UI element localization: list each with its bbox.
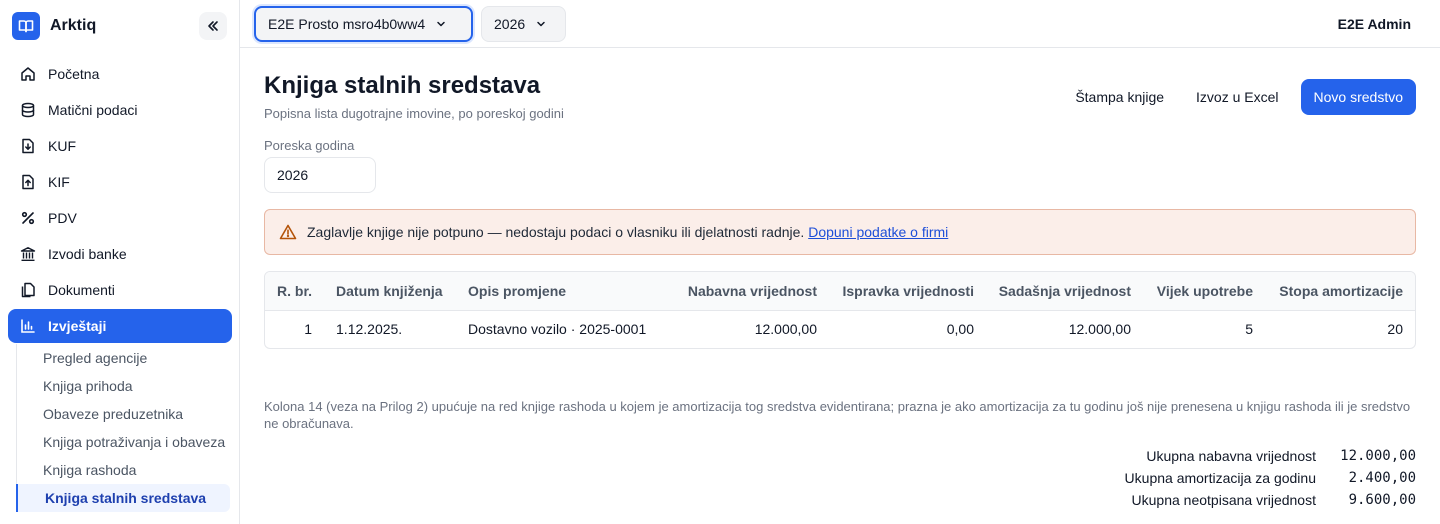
total-label: Ukupna amortizacija za godinu: [1124, 470, 1316, 486]
cell-purchase-value: 12.000,00: [754, 321, 817, 338]
total-value: 9.600,00: [1348, 492, 1416, 508]
cell-useful-life: 5: [1245, 321, 1253, 338]
year-select[interactable]: 2026: [481, 6, 566, 42]
page-subtitle: Popisna lista dugotrajne imovine, po por…: [264, 106, 564, 121]
table-header-row: R. br. Datum knjiženja Opis promjene Nab…: [265, 272, 1415, 311]
subnav-item-knjiga-potrazivanja[interactable]: Knjiga potraživanja i obaveza: [17, 428, 232, 456]
user-menu[interactable]: E2E Admin: [1338, 16, 1411, 32]
chevron-down-icon: [437, 21, 445, 27]
organization-select[interactable]: E2E Prosto msro4b0ww4: [254, 6, 473, 42]
sidebar-item-kif[interactable]: KIF: [8, 164, 232, 200]
cell-row-number: 1: [304, 321, 313, 338]
total-depreciation-row: Ukupna amortizacija za godinu 2.400,00: [1125, 467, 1416, 489]
sidebar-item-dokumenti[interactable]: Dokumenti: [8, 272, 232, 308]
sidebar: Arktiq Početna Matični podaci KUF KIF PD…: [0, 0, 240, 524]
year-select-value: 2026: [494, 16, 526, 32]
assets-table: R. br. Datum knjiženja Opis promjene Nab…: [264, 271, 1416, 349]
percent-icon: [20, 210, 36, 226]
totals-summary: Ukupna nabavna vrijednost 12.000,00 Ukup…: [1125, 445, 1416, 511]
total-label: Ukupna neotpisana vrijednost: [1131, 492, 1316, 508]
sidebar-item-izvjestaji[interactable]: Izvještaji: [8, 309, 232, 343]
sidebar-item-label: Matični podaci: [48, 102, 138, 118]
total-value: 2.400,00: [1348, 470, 1416, 486]
sidebar-item-label: Izvodi banke: [48, 246, 127, 262]
cell-value-adjustment: 0,00: [946, 321, 974, 338]
database-icon: [20, 102, 36, 118]
file-upload-icon: [20, 174, 36, 190]
sidebar-item-label: KUF: [48, 138, 76, 154]
sidebar-item-pocetna[interactable]: Početna: [8, 56, 232, 92]
sidebar-item-pdv[interactable]: PDV: [8, 200, 232, 236]
new-asset-button[interactable]: Novo sredstvo: [1300, 79, 1416, 115]
sidebar-item-kuf[interactable]: KUF: [8, 128, 232, 164]
subnav-item-knjiga-rashoda[interactable]: Knjiga rashoda: [17, 456, 232, 484]
total-purchase-value-row: Ukupna nabavna vrijednost 12.000,00: [1125, 445, 1416, 467]
sidebar-item-label: Dokumenti: [48, 282, 115, 298]
alert-text: Zaglavlje knjige nije potpuno — nedostaj…: [307, 224, 949, 240]
cell-depreciation-rate: 20: [1387, 321, 1403, 338]
documents-icon: [20, 282, 36, 298]
cell-description: Dostavno vozilo · 2025-0001: [468, 321, 647, 338]
export-excel-button[interactable]: Izvoz u Excel: [1180, 79, 1294, 115]
column-header[interactable]: Opis promjene: [456, 272, 672, 311]
sidebar-nav: Početna Matični podaci KUF KIF PDV Izvod…: [8, 56, 232, 343]
sidebar-item-label: Izvještaji: [48, 318, 107, 334]
reports-subnav: Pregled agencije Knjiga prihoda Obaveze …: [16, 344, 232, 512]
complete-company-data-link[interactable]: Dopuni podatke o firmi: [808, 224, 948, 240]
column-header[interactable]: R. br.: [265, 272, 325, 311]
main-content: E2E Prosto msro4b0ww4 2026 E2E Admin Knj…: [240, 0, 1440, 524]
column-header[interactable]: Sadašnja vrijednost: [986, 272, 1143, 311]
sidebar-item-maticni-podaci[interactable]: Matični podaci: [8, 92, 232, 128]
chevron-down-icon: [537, 21, 545, 27]
book-logo-icon: [12, 12, 40, 40]
subnav-item-pregled-agencije[interactable]: Pregled agencije: [17, 344, 232, 372]
total-label: Ukupna nabavna vrijednost: [1146, 448, 1316, 464]
column-14-note: Kolona 14 (veza na Prilog 2) upućuje na …: [264, 399, 1411, 431]
page-actions: Štampa knjige Izvoz u Excel Novo sredstv…: [1059, 79, 1416, 115]
topbar: E2E Prosto msro4b0ww4 2026 E2E Admin: [240, 0, 1440, 48]
sidebar-item-label: Početna: [48, 66, 100, 82]
incomplete-header-alert: Zaglavlje knjige nije potpuno — nedostaj…: [264, 209, 1416, 255]
column-header[interactable]: Stopa amortizacije: [1265, 272, 1415, 311]
warning-icon: [279, 224, 297, 240]
column-header[interactable]: Ispravka vrijednosti: [829, 272, 986, 311]
column-header[interactable]: Vijek upotrebe: [1143, 272, 1265, 311]
chevrons-left-icon: [208, 21, 218, 31]
subnav-item-knjiga-prihoda[interactable]: Knjiga prihoda: [17, 372, 232, 400]
app-name: Arktiq: [50, 17, 97, 34]
table-row[interactable]: 1 1.12.2025. Dostavno vozilo · 2025-0001…: [265, 310, 1415, 348]
home-icon: [20, 66, 36, 82]
tax-year-label: Poreska godina: [264, 138, 355, 153]
page-title: Knjiga stalnih sredstava: [264, 72, 541, 99]
subnav-item-knjiga-stalnih-sredstava[interactable]: Knjiga stalnih sredstava: [16, 484, 230, 512]
sidebar-item-izvodi-banke[interactable]: Izvodi banke: [8, 236, 232, 272]
bar-chart-icon: [20, 318, 36, 334]
bank-icon: [20, 246, 36, 262]
cell-posting-date: 1.12.2025.: [336, 321, 403, 338]
subnav-item-obaveze-preduzetnika[interactable]: Obaveze preduzetnika: [17, 400, 232, 428]
total-value: 12.000,00: [1340, 448, 1416, 464]
sidebar-item-label: PDV: [48, 210, 77, 226]
column-header[interactable]: Datum knjiženja: [324, 272, 457, 311]
total-net-value-row: Ukupna neotpisana vrijednost 9.600,00: [1125, 489, 1416, 511]
print-book-button[interactable]: Štampa knjige: [1059, 79, 1180, 115]
cell-current-value: 12.000,00: [1068, 321, 1131, 338]
organization-select-value: E2E Prosto msro4b0ww4: [268, 16, 426, 32]
sidebar-item-label: KIF: [48, 174, 70, 190]
tax-year-input[interactable]: 2026: [264, 157, 376, 193]
file-download-icon: [20, 138, 36, 154]
brand[interactable]: Arktiq: [12, 12, 96, 40]
column-header[interactable]: Nabavna vrijednost: [672, 272, 829, 311]
collapse-sidebar-button[interactable]: [199, 12, 227, 40]
